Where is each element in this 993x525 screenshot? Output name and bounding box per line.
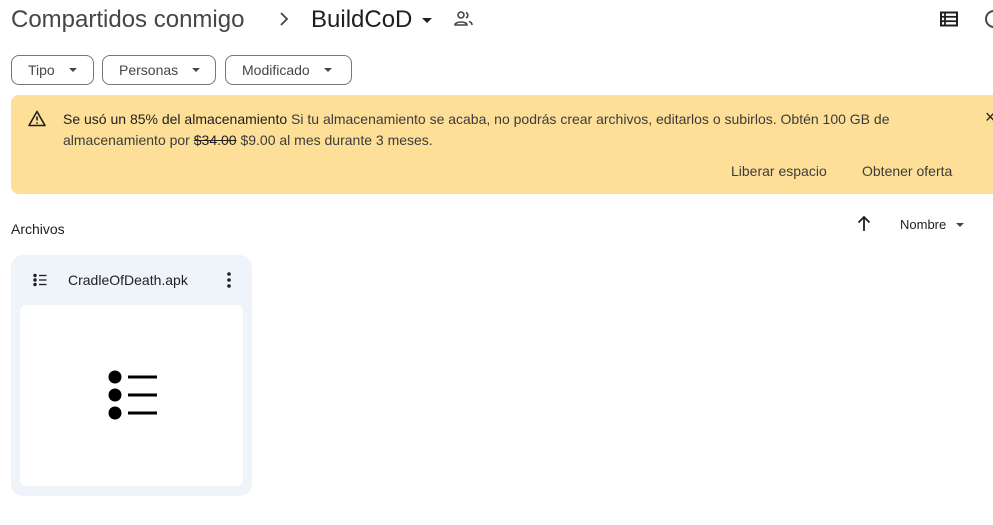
list-bullets-icon xyxy=(108,370,157,420)
sort-by-label: Nombre xyxy=(900,217,947,232)
caret-down-icon xyxy=(323,68,332,72)
caret-down-icon xyxy=(68,68,77,72)
banner-text-part-2: $9.00 al mes durante 3 meses. xyxy=(236,132,433,148)
list-view-icon[interactable] xyxy=(940,11,958,27)
list-bullets-icon xyxy=(33,273,47,287)
people-icon xyxy=(454,11,473,26)
more-vert-icon[interactable] xyxy=(222,270,236,290)
filter-people-chip[interactable]: Personas xyxy=(102,55,216,85)
free-space-button[interactable]: Liberar espacio xyxy=(731,160,827,182)
chevron-right-icon xyxy=(280,12,289,26)
folder-name: BuildCoD xyxy=(311,6,413,33)
filter-people-label: Personas xyxy=(119,62,179,78)
filter-modified-label: Modificado xyxy=(242,62,310,78)
banner-old-price: $34.00 xyxy=(193,132,237,148)
banner-message: Se usó un 85% del almacenamiento Si tu a… xyxy=(63,109,923,151)
folder-breadcrumb-button[interactable]: BuildCoD xyxy=(311,4,433,36)
close-icon[interactable]: × xyxy=(985,108,993,126)
info-icon[interactable] xyxy=(984,8,993,30)
banner-bold-text: Se usó un 85% del almacenamiento xyxy=(63,111,288,127)
filter-type-label: Tipo xyxy=(28,62,55,78)
filter-type-chip[interactable]: Tipo xyxy=(11,55,94,85)
caret-down-icon xyxy=(192,68,201,72)
filter-modified-chip[interactable]: Modificado xyxy=(225,55,352,85)
caret-down-icon xyxy=(956,223,965,227)
arrow-up-icon[interactable] xyxy=(856,215,872,232)
get-offer-button[interactable]: Obtener oferta xyxy=(862,160,952,182)
breadcrumb-root[interactable]: Compartidos conmigo xyxy=(11,4,244,36)
caret-down-icon xyxy=(422,17,433,23)
sort-by-button[interactable]: Nombre xyxy=(900,216,965,234)
file-name[interactable]: CradleOfDeath.apk xyxy=(68,271,188,289)
files-section-title: Archivos xyxy=(11,221,65,237)
warning-icon xyxy=(28,110,46,127)
